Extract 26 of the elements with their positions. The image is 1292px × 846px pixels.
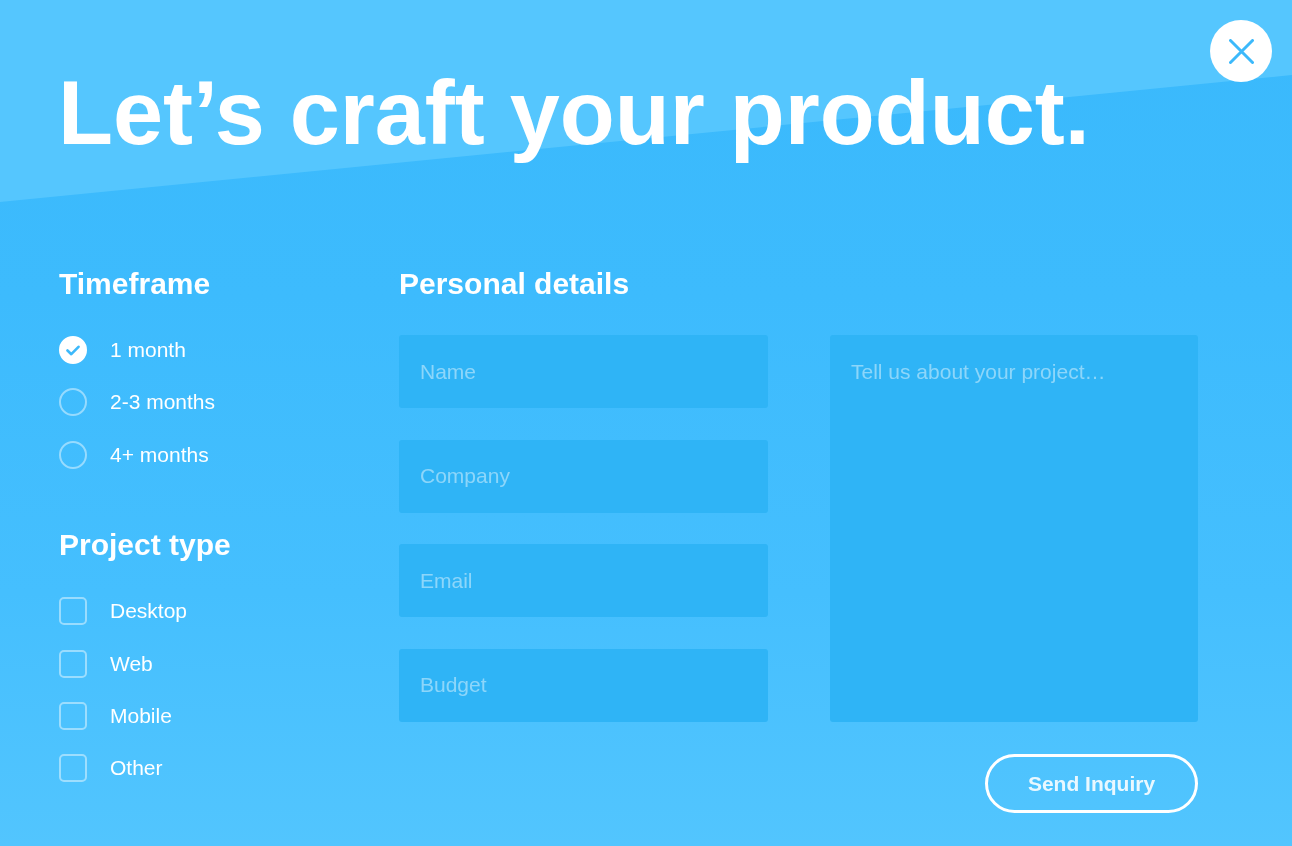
checkbox[interactable] (59, 702, 87, 731)
page-title: Let’s craft your product. (58, 62, 1090, 165)
radio-button[interactable] (59, 440, 87, 469)
option-label: Mobile (110, 703, 172, 730)
section-heading: Timeframe (59, 266, 211, 302)
option-label: 1 month (110, 337, 186, 363)
checkbox[interactable] (59, 754, 87, 783)
close-icon (1228, 38, 1254, 64)
radio-button[interactable] (59, 388, 87, 417)
input-field[interactable]: Name (399, 335, 768, 408)
radio-button[interactable] (59, 336, 87, 364)
option-label: Other (110, 755, 163, 782)
section-heading: Project type (59, 527, 231, 564)
section-heading: Personal details (399, 266, 630, 302)
input-field[interactable]: Budget (399, 648, 768, 722)
checkbox[interactable] (59, 597, 87, 626)
option-label: Web (110, 650, 153, 677)
checkbox[interactable] (59, 649, 87, 678)
option-label: 2-3 months (110, 389, 216, 416)
input-field[interactable]: Company (399, 439, 768, 513)
check-icon (66, 344, 80, 356)
option-label: Desktop (110, 598, 188, 625)
option-label: 4+ months (110, 441, 209, 468)
message-field[interactable]: Tell us about your project… (830, 335, 1198, 722)
input-field[interactable]: Email (399, 544, 768, 618)
send-button[interactable]: Send Inquiry (985, 754, 1198, 813)
